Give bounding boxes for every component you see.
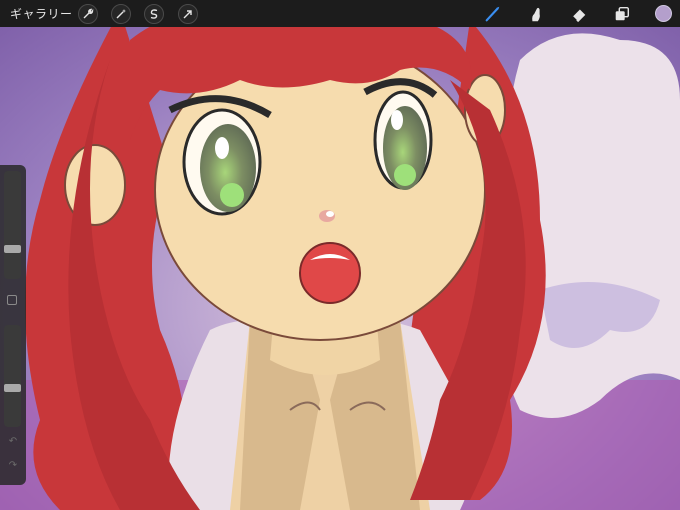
smudge-icon[interactable] bbox=[526, 4, 546, 24]
brush-icon[interactable] bbox=[483, 4, 503, 24]
selection-s-icon[interactable] bbox=[144, 4, 164, 24]
top-toolbar: ギャラリー bbox=[0, 0, 680, 27]
undo-icon[interactable]: ↶ bbox=[6, 435, 20, 449]
drawing-canvas[interactable] bbox=[0, 0, 680, 510]
mouth bbox=[299, 242, 361, 304]
layers-icon[interactable] bbox=[612, 4, 632, 24]
magic-wand-icon[interactable] bbox=[111, 4, 131, 24]
color-picker-button[interactable] bbox=[655, 5, 672, 22]
gallery-button[interactable]: ギャラリー bbox=[10, 5, 73, 22]
brush-size-thumb[interactable] bbox=[4, 245, 21, 253]
brush-size-slider[interactable] bbox=[4, 171, 21, 279]
opacity-thumb[interactable] bbox=[4, 384, 21, 393]
artwork bbox=[0, 0, 680, 510]
left-sidebar: ↶ ↷ bbox=[0, 165, 26, 485]
opacity-slider[interactable] bbox=[4, 325, 21, 427]
arrow-cursor-icon[interactable] bbox=[178, 4, 198, 24]
redo-icon[interactable]: ↷ bbox=[6, 459, 20, 473]
wrench-icon[interactable] bbox=[78, 4, 98, 24]
modify-button[interactable] bbox=[7, 295, 17, 305]
eraser-icon[interactable] bbox=[569, 4, 589, 24]
